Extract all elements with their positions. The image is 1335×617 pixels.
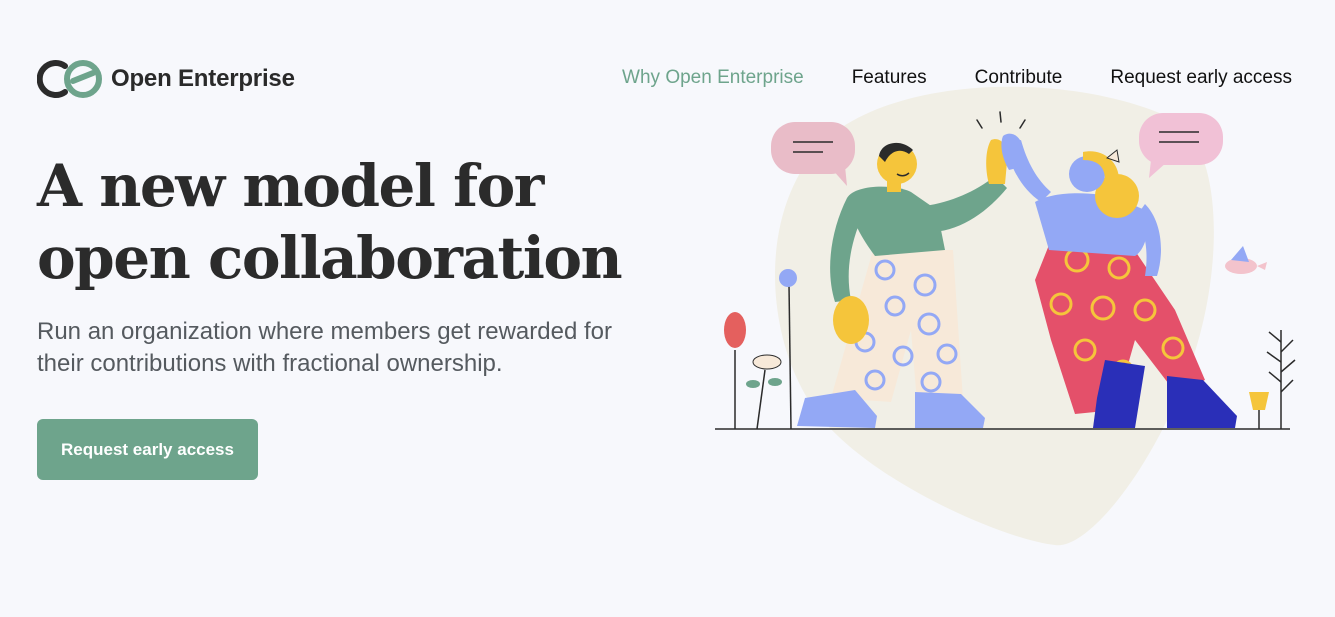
logo-text: Open Enterprise bbox=[111, 65, 295, 92]
landing-page: Open Enterprise Why Open Enterprise Feat… bbox=[0, 0, 1335, 617]
bird-icon bbox=[1225, 246, 1267, 274]
hero-subheadline: Run an organization where members get re… bbox=[37, 318, 612, 377]
oe-logo-icon bbox=[37, 60, 102, 98]
plants-right-icon bbox=[1249, 330, 1296, 429]
request-early-access-button[interactable]: Request early access bbox=[37, 419, 258, 480]
people-high-five-illustration bbox=[715, 86, 1296, 546]
logo-link[interactable]: Open Enterprise bbox=[37, 58, 295, 100]
hero-headline-line-1: A new model for bbox=[37, 152, 544, 220]
hero-headline: A new model for open collaboration bbox=[37, 150, 677, 294]
hero-headline-line-2: open collaboration bbox=[37, 224, 623, 292]
